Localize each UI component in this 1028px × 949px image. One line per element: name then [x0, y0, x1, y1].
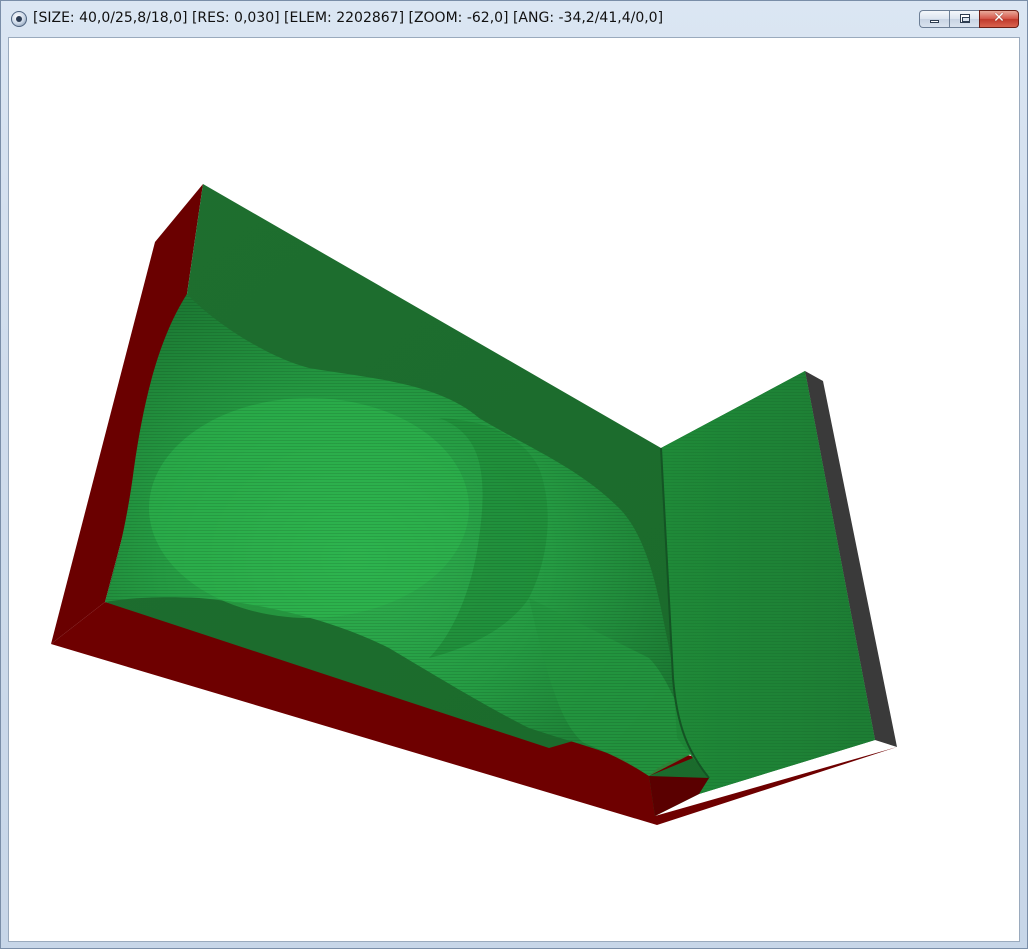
maximize-button[interactable]	[949, 10, 979, 28]
close-icon: ✕	[993, 10, 1005, 26]
minimize-icon	[930, 20, 939, 23]
app-icon[interactable]	[11, 11, 27, 27]
right-wall-texture	[661, 371, 875, 794]
minimize-button[interactable]	[919, 10, 949, 28]
title-bar[interactable]: [SIZE: 40,0/25,8/18,0] [RES: 0,030] [ELE…	[1, 1, 1027, 37]
window-title: [SIZE: 40,0/25,8/18,0] [RES: 0,030] [ELE…	[33, 10, 664, 26]
maximize-icon	[960, 14, 970, 23]
3d-viewport[interactable]	[8, 37, 1020, 942]
caption-buttons: ✕	[919, 10, 1019, 30]
close-button[interactable]: ✕	[979, 10, 1019, 28]
mesh-render	[51, 184, 897, 825]
app-window: [SIZE: 40,0/25,8/18,0] [RES: 0,030] [ELE…	[0, 0, 1028, 949]
